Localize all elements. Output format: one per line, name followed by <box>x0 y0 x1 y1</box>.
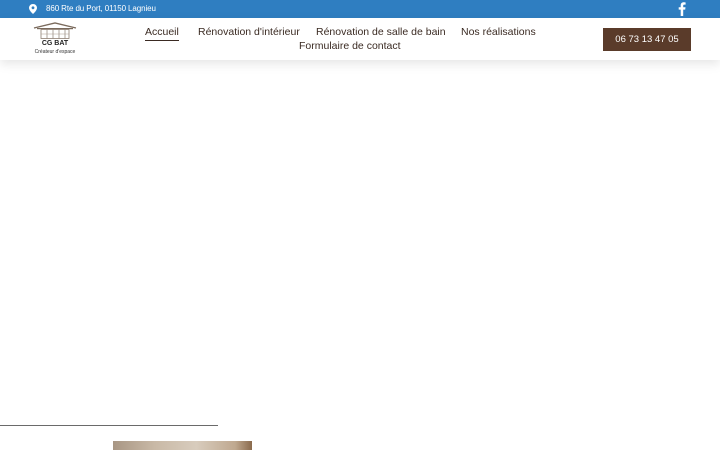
facebook-icon[interactable] <box>678 2 686 16</box>
nav-item-accueil[interactable]: Accueil <box>145 26 179 41</box>
content-image <box>113 441 252 450</box>
nav-item-renovation-salle-de-bain[interactable]: Rénovation de salle de bain <box>316 26 446 39</box>
nav-item-nos-realisations[interactable]: Nos réalisations <box>461 26 536 39</box>
address-text: 860 Rte du Port, 01150 Lagnieu <box>46 4 156 13</box>
top-info-bar: 860 Rte du Port, 01150 Lagnieu <box>0 0 720 18</box>
map-pin-icon <box>29 4 37 14</box>
site-header: CG BAT Créateur d'espace Accueil Rénovat… <box>0 18 720 60</box>
nav-item-formulaire-contact[interactable]: Formulaire de contact <box>299 40 401 53</box>
phone-button[interactable]: 06 73 13 47 05 <box>603 28 691 51</box>
nav-item-renovation-interieur[interactable]: Rénovation d'intérieur <box>198 26 300 39</box>
section-divider <box>0 425 218 426</box>
